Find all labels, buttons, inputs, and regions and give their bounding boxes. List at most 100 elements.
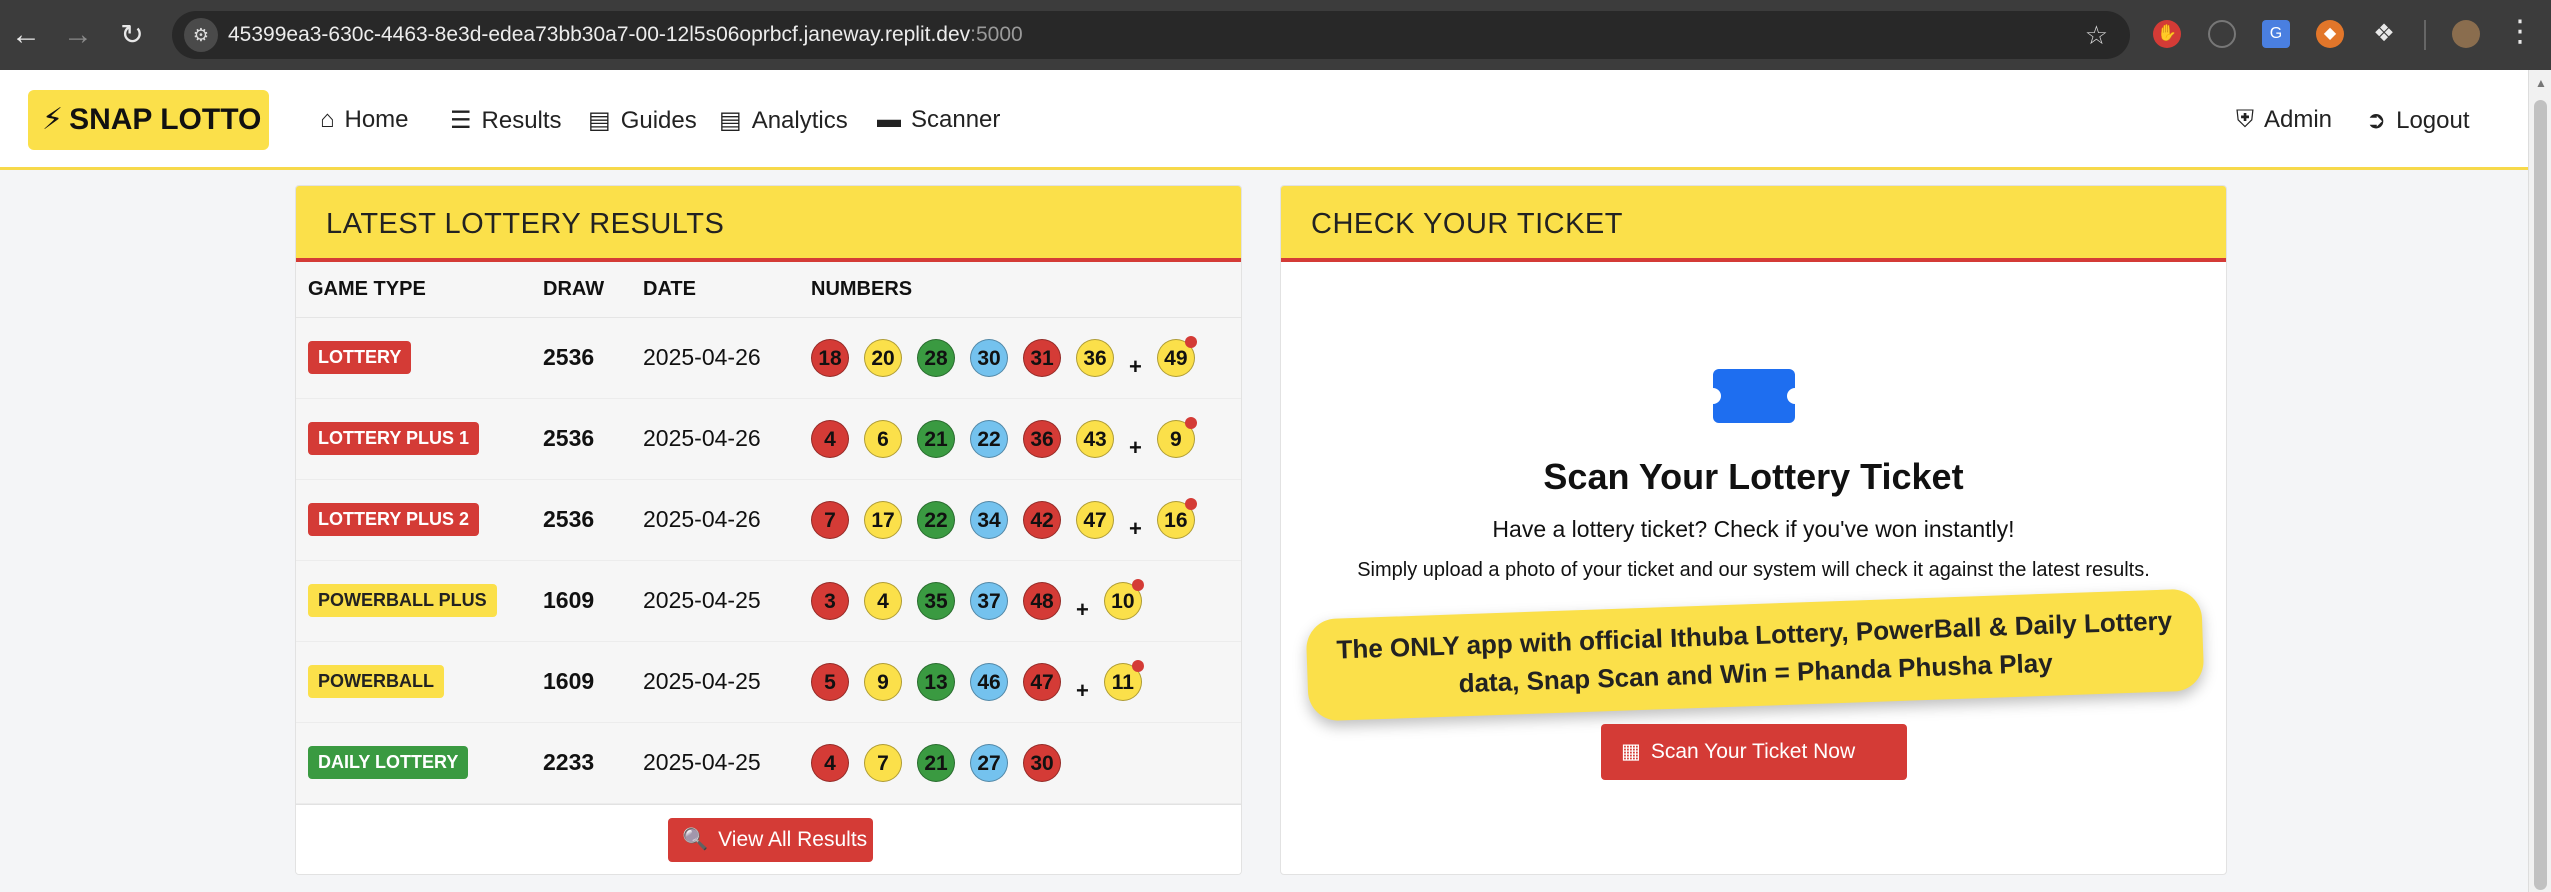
view-all-results-button[interactable]: 🔍 View All Results <box>668 818 873 862</box>
result-row: LOTTERY 2536 2025-04-26 18 20 28 30 31 36 +49 <box>296 317 1241 399</box>
draw-number: 2233 <box>531 722 631 804</box>
result-row: DAILY LOTTERY 2233 2025-04-25 4 7 21 27 30 <box>296 722 1241 804</box>
extension-fox-icon[interactable]: ◆ <box>2316 20 2344 48</box>
ball-group: 4 6 21 22 36 43 +9 <box>811 416 1241 461</box>
number-ball: 21 <box>917 743 955 782</box>
number-ball: 47 <box>1076 500 1114 539</box>
page-scrollbar[interactable]: ▲ <box>2528 70 2551 892</box>
numbers-cell: 4 6 21 22 36 43 +9 <box>799 398 1241 480</box>
toolbar-divider <box>2424 20 2426 50</box>
ball-group: 5 9 13 46 47 +11 <box>811 659 1241 704</box>
nav-results[interactable]: ☰ Results <box>450 106 562 135</box>
back-icon[interactable]: ← <box>8 17 44 53</box>
nav-analytics-label: Analytics <box>751 107 848 134</box>
number-ball: 3 <box>811 581 849 620</box>
bonus-ball-number: 11 <box>1111 670 1134 694</box>
game-type-cell: LOTTERY <box>296 317 531 399</box>
numbers-cell: 4 7 21 27 30 <box>799 722 1241 804</box>
nav-home-label: Home <box>344 106 409 133</box>
bonus-ball: 49 <box>1156 335 1197 377</box>
game-type-cell: LOTTERY PLUS 1 <box>296 398 531 480</box>
number-ball: 18 <box>811 338 849 377</box>
game-type-badge: POWERBALL PLUS <box>308 584 497 617</box>
bonus-ball: 11 <box>1103 659 1144 701</box>
bookmark-star-icon[interactable]: ☆ <box>2085 20 2108 51</box>
ticket-icon <box>1705 369 1803 423</box>
nav-scanner-label: Scanner <box>911 106 1001 133</box>
draw-date: 2025-04-25 <box>631 560 799 642</box>
home-icon: ⌂ <box>320 106 335 133</box>
number-ball: 34 <box>970 500 1008 539</box>
extension-loading-icon[interactable] <box>2208 20 2236 48</box>
result-row: LOTTERY PLUS 2 2536 2025-04-26 7 17 22 34 42 47 +… <box>296 479 1241 561</box>
view-all-label: View All Results <box>718 828 868 851</box>
profile-avatar[interactable] <box>2452 20 2480 48</box>
scan-heading: Scan Your Lottery Ticket <box>1543 456 1964 497</box>
game-type-cell: DAILY LOTTERY <box>296 722 531 804</box>
result-row: POWERBALL 1609 2025-04-25 5 9 13 46 47 +11 <box>296 641 1241 723</box>
extensions-puzzle-icon[interactable]: ❖ <box>2370 20 2398 48</box>
logout-icon: ➲ <box>2366 107 2387 134</box>
number-ball: 28 <box>917 338 955 377</box>
scroll-up-icon[interactable]: ▲ <box>2535 76 2547 90</box>
number-ball: 21 <box>917 419 955 458</box>
game-type-badge: LOTTERY <box>308 341 412 374</box>
ticket-card-title: CHECK YOUR TICKET <box>1281 186 2226 262</box>
nav-results-label: Results <box>481 107 562 134</box>
bonus-separator: + <box>1129 434 1142 460</box>
nav-scanner[interactable]: ▬ Scanner <box>877 106 1000 134</box>
nav-analytics[interactable]: ▤ Analytics <box>719 106 848 135</box>
reload-icon[interactable]: ↻ <box>114 17 150 53</box>
result-row: LOTTERY PLUS 1 2536 2025-04-26 4 6 21 22 36 43 +9 <box>296 398 1241 480</box>
ball-group: 7 17 22 34 42 47 +16 <box>811 497 1241 542</box>
number-ball: 36 <box>1023 419 1061 458</box>
scroll-thumb[interactable] <box>2534 100 2547 890</box>
url-text[interactable]: 45399ea3-630c-4463-8e3d-edea73bb30a7-00-… <box>228 23 1023 47</box>
nav-guides[interactable]: ▤ Guides <box>588 106 697 135</box>
number-ball: 7 <box>864 743 902 782</box>
bonus-ball: 16 <box>1156 497 1197 539</box>
app-navbar: ⚡ SNAP LOTTO ⌂ Home ☰ Results ▤ Guides ▤ Anal… <box>0 70 2528 170</box>
results-footer: 🔍 View All Results <box>296 804 1241 874</box>
draw-date: 2025-04-25 <box>631 641 799 723</box>
number-ball: 5 <box>811 662 849 701</box>
bonus-separator: + <box>1076 596 1089 622</box>
bonus-ball: 9 <box>1156 416 1197 458</box>
number-ball: 46 <box>970 662 1008 701</box>
number-ball: 22 <box>970 419 1008 458</box>
game-type-cell: LOTTERY PLUS 2 <box>296 479 531 561</box>
scan-ticket-button[interactable]: ▦ Scan Your Ticket Now <box>1601 724 1907 780</box>
bonus-dot-icon <box>1131 578 1144 591</box>
results-card-title: LATEST LOTTERY RESULTS <box>296 186 1241 262</box>
draw-number: 2536 <box>531 398 631 480</box>
number-ball: 30 <box>970 338 1008 377</box>
bonus-dot-icon <box>1131 659 1144 672</box>
chart-icon: ▤ <box>719 107 742 134</box>
bonus-separator: + <box>1129 515 1142 541</box>
nav-logout[interactable]: ➲ Logout <box>2366 106 2470 135</box>
bonus-dot-icon <box>1184 335 1197 348</box>
nav-admin[interactable]: ⛨ Admin <box>2236 106 2332 134</box>
latest-results-card: LATEST LOTTERY RESULTS GAME TYPE DRAW DA… <box>295 185 1242 875</box>
shield-icon: ⛨ <box>2236 106 2254 133</box>
scan-ticket-label: Scan Your Ticket Now <box>1650 740 1856 763</box>
forward-icon[interactable]: → <box>60 17 96 53</box>
address-bar[interactable]: ⚙ 45399ea3-630c-4463-8e3d-edea73bb30a7-0… <box>172 11 2130 59</box>
nav-home[interactable]: ⌂ Home <box>320 106 409 134</box>
game-type-cell: POWERBALL PLUS <box>296 560 531 642</box>
draw-number: 2536 <box>531 479 631 561</box>
draw-date: 2025-04-26 <box>631 317 799 399</box>
number-ball: 31 <box>1023 338 1061 377</box>
number-ball: 6 <box>864 419 902 458</box>
extension-translate-icon[interactable]: G <box>2262 20 2290 48</box>
number-ball: 27 <box>970 743 1008 782</box>
qr-code-icon: ▦ <box>1621 740 1641 763</box>
brand-logo[interactable]: ⚡ SNAP LOTTO <box>28 90 269 150</box>
scan-subheading: Have a lottery ticket? Check if you've w… <box>1492 516 2015 542</box>
game-type-badge: POWERBALL <box>308 665 444 698</box>
list-icon: ☰ <box>450 107 472 134</box>
browser-menu-icon[interactable]: ⋮ <box>2505 14 2535 49</box>
extension-stop-icon[interactable]: ✋ <box>2153 20 2181 48</box>
nav-admin-label: Admin <box>2264 106 2333 133</box>
site-info-icon[interactable]: ⚙ <box>184 18 218 52</box>
